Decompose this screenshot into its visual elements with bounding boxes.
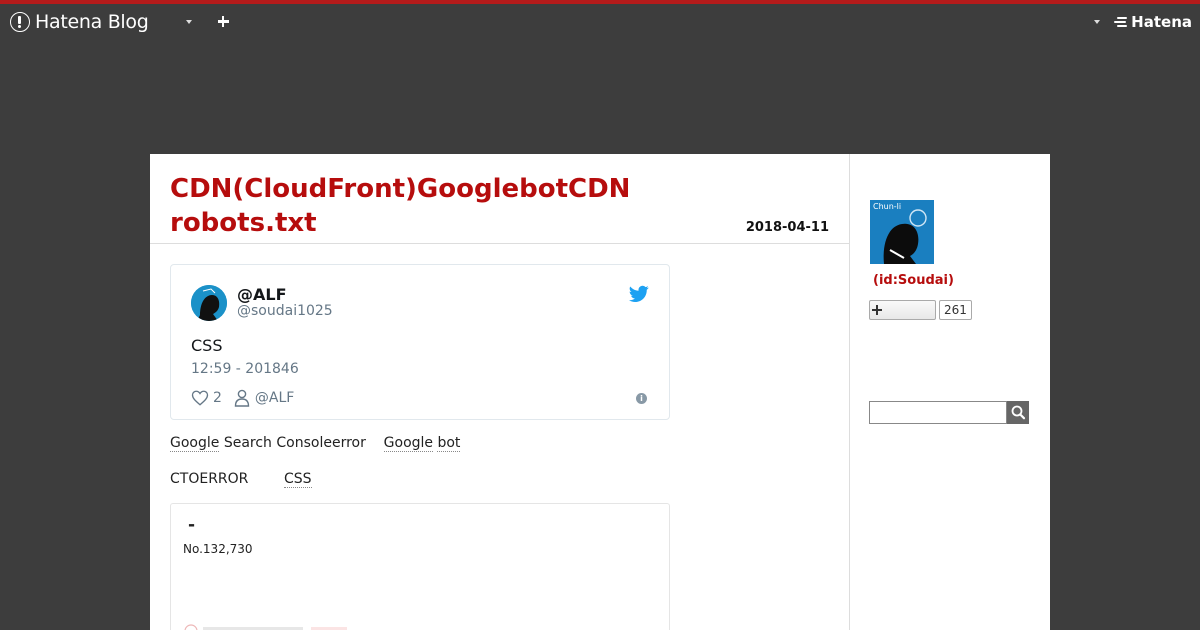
tweet-author-name[interactable]: @ALF <box>237 285 287 304</box>
search-button[interactable] <box>1007 401 1029 424</box>
keyword-link-bot[interactable]: bot <box>437 435 461 452</box>
blog-menu-caret-icon[interactable] <box>186 20 192 24</box>
embed-card-subtitle: No.132,730 <box>183 542 253 556</box>
subscribe-button[interactable] <box>869 300 936 320</box>
profile-avatar[interactable]: Chun-li <box>870 200 934 264</box>
hatena-logo[interactable]: Hatena <box>1114 13 1192 31</box>
top-navigation-bar: Hatena Blog Hatena <box>0 4 1200 40</box>
tweet-author-link[interactable]: @ALF <box>255 390 294 406</box>
entry-date[interactable]: 2018-04-11 <box>746 220 829 235</box>
hatena-name: Hatena <box>1131 13 1192 31</box>
search-input[interactable] <box>869 401 1007 424</box>
keyword-link-google[interactable]: Google <box>170 435 220 452</box>
entry-content: CDN(CloudFront)GooglebotCDN robots.txt 2… <box>150 154 850 630</box>
hatena-mark-icon <box>1114 15 1128 29</box>
embedded-link-card[interactable]: - No.132,730 <box>170 503 670 630</box>
embed-card-title[interactable]: - <box>188 515 195 535</box>
tweet-actions: 2 @ALF <box>191 389 294 407</box>
entry-title-line-1: CDN(CloudFront)GooglebotCDN <box>170 174 631 204</box>
keyword-link-google-2[interactable]: Google <box>383 435 434 452</box>
paragraph-cto-error: CTOERROR CSS <box>170 471 312 488</box>
tweet-avatar[interactable] <box>191 285 227 321</box>
entry-title-line-2: robots.txt <box>170 208 317 238</box>
hatena-blog-logo[interactable]: Hatena Blog <box>10 11 149 33</box>
embedded-tweet[interactable]: @ALF @soudai1025 CSS 12:59 - 201846 2 @A… <box>170 264 670 420</box>
info-icon[interactable]: i <box>636 393 647 404</box>
tweet-timestamp[interactable]: 12:59 - 201846 <box>191 361 299 377</box>
new-post-plus-icon[interactable] <box>216 14 231 29</box>
paragraph-text: CTOERROR <box>170 471 249 487</box>
keyword-link-css[interactable]: CSS <box>284 471 312 488</box>
tweet-author-handle[interactable]: @soudai1025 <box>237 303 333 319</box>
hatena-blog-icon <box>10 12 30 32</box>
subscriber-count[interactable]: 261 <box>939 300 972 320</box>
avatar-label: Chun-li <box>873 202 902 211</box>
entry-header: CDN(CloudFront)GooglebotCDN robots.txt 2… <box>150 154 850 244</box>
person-icon <box>234 389 250 407</box>
brand-name: Hatena Blog <box>35 11 149 33</box>
paragraph-text: Search Consoleerror <box>219 435 366 451</box>
tweet-text: CSS <box>191 336 223 355</box>
profile-id[interactable]: (id:Soudai) <box>873 273 954 288</box>
sidebar: Chun-li (id:Soudai) 261 <box>850 154 1050 630</box>
embed-card-footer-icon <box>184 624 347 630</box>
user-menu-caret-icon[interactable] <box>1094 20 1100 24</box>
search-icon <box>1011 405 1026 420</box>
tweet-like-count[interactable]: 2 <box>213 390 222 406</box>
entry-title[interactable]: CDN(CloudFront)GooglebotCDN robots.txt <box>170 172 690 240</box>
twitter-bird-icon[interactable] <box>629 285 649 303</box>
paragraph-search-console: Google Search Consoleerror Google bot <box>170 435 461 452</box>
heart-icon[interactable] <box>191 389 209 407</box>
